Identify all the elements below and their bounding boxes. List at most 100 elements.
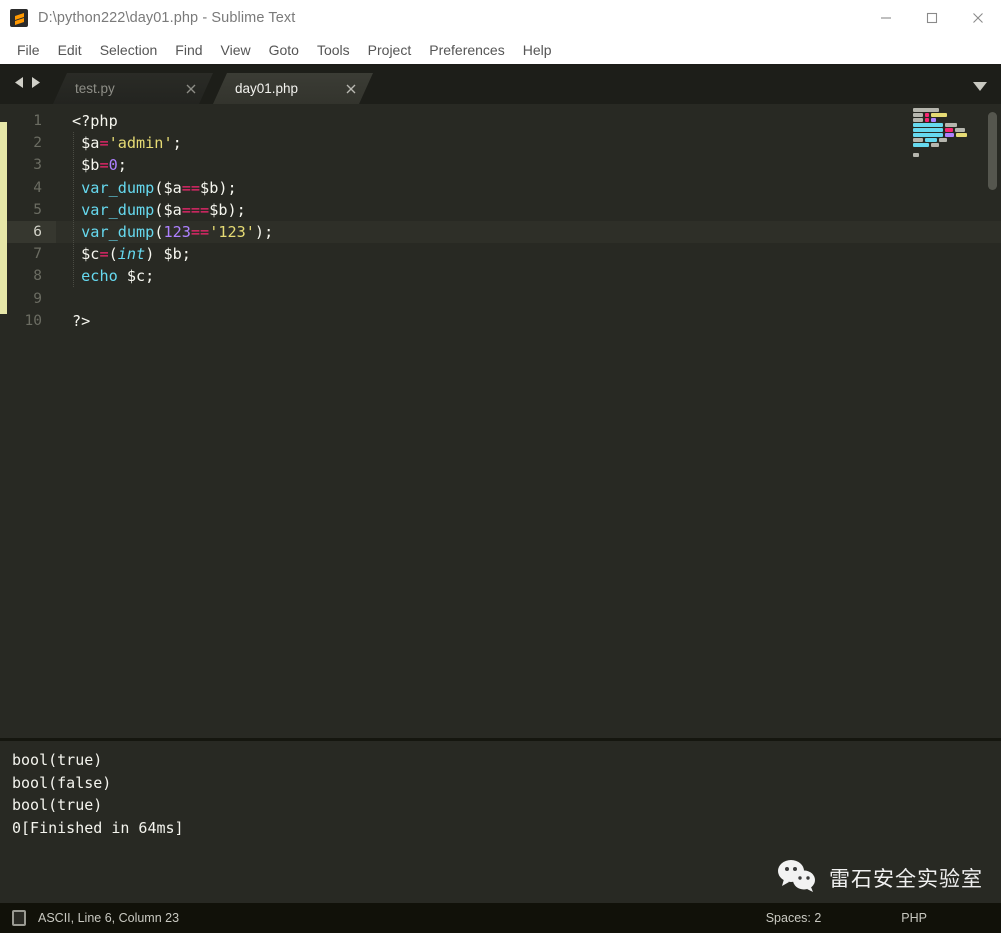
- code-token: ==: [191, 223, 209, 241]
- menu-item-edit[interactable]: Edit: [49, 40, 91, 60]
- triangle-right-icon[interactable]: [30, 76, 41, 94]
- code-token: 123: [163, 223, 190, 241]
- editor-area[interactable]: 1 2 3 4 5 6 7 8 9 10 <?php $a='admin'; $…: [0, 104, 1001, 738]
- menu-item-tools[interactable]: Tools: [308, 40, 359, 60]
- line-number: 8: [0, 265, 56, 287]
- code-token: =: [99, 134, 108, 152]
- minimap-row: [887, 148, 987, 152]
- minimap-block: [945, 133, 954, 137]
- code-line[interactable]: $a='admin';: [56, 132, 1001, 154]
- code-line[interactable]: var_dump($a==$b);: [56, 177, 1001, 199]
- code-token: ;: [118, 156, 127, 174]
- syntax-status[interactable]: PHP: [901, 911, 927, 925]
- cursor-position-status: ASCII, Line 6, Column 23: [38, 911, 179, 925]
- tab-test-py[interactable]: test.py: [53, 73, 213, 104]
- status-bar: ASCII, Line 6, Column 23 Spaces: 2 PHP: [0, 903, 1001, 933]
- code-token: $b);: [200, 179, 237, 197]
- menu-item-view[interactable]: View: [212, 40, 260, 60]
- menu-item-find[interactable]: Find: [166, 40, 211, 60]
- minimap-block: [913, 143, 929, 147]
- build-output-panel[interactable]: bool(true) bool(false) bool(true) 0[Fini…: [0, 738, 1001, 903]
- code-token: int: [118, 245, 145, 263]
- code-token: (: [109, 245, 118, 263]
- indent-guide: [73, 132, 75, 287]
- code-token: 0: [109, 156, 118, 174]
- code-token: ===: [182, 201, 209, 219]
- code-line[interactable]: [56, 288, 1001, 310]
- code-line[interactable]: <?php: [56, 110, 1001, 132]
- minimap-block: [913, 128, 943, 132]
- menu-item-selection[interactable]: Selection: [91, 40, 167, 60]
- minimap-block: [913, 153, 919, 157]
- code-token: '123': [209, 223, 255, 241]
- minimap-block: [945, 123, 957, 127]
- line-number: 4: [0, 177, 56, 199]
- menu-bar: File Edit Selection Find View Goto Tools…: [0, 36, 1001, 66]
- status-bar-right: Spaces: 2 PHP: [766, 911, 987, 925]
- minimap-row: [887, 153, 987, 157]
- minimap-row: [887, 128, 987, 132]
- watermark-text: 雷石安全实验室: [829, 863, 983, 893]
- code-token: );: [255, 223, 273, 241]
- code-token: echo: [81, 267, 118, 285]
- code-line-active[interactable]: var_dump(123=='123');: [56, 221, 1001, 243]
- minimap-block: [945, 128, 953, 132]
- menu-item-project[interactable]: Project: [359, 40, 421, 60]
- tab-label: test.py: [75, 81, 169, 96]
- output-line: bool(true): [12, 794, 1001, 817]
- code-line[interactable]: $b=0;: [56, 154, 1001, 176]
- menu-item-file[interactable]: File: [8, 40, 49, 60]
- panel-toggle-icon[interactable]: [12, 910, 26, 926]
- menu-item-help[interactable]: Help: [514, 40, 561, 60]
- tab-day01-php[interactable]: day01.php: [213, 73, 373, 104]
- minimap-row: [887, 108, 987, 112]
- minimap-block: [955, 128, 965, 132]
- unsaved-changes-marker: [0, 122, 7, 314]
- maximize-button[interactable]: [909, 0, 955, 36]
- code-line[interactable]: echo $c;: [56, 265, 1001, 287]
- code-token: var_dump: [81, 201, 154, 219]
- minimap-row: [887, 113, 987, 117]
- minimap-block: [956, 133, 967, 137]
- line-number: 10: [0, 310, 56, 332]
- code-token: =: [99, 245, 108, 263]
- output-line: 0[Finished in 64ms]: [12, 817, 1001, 840]
- minimap-block: [931, 118, 936, 122]
- code-content[interactable]: <?php $a='admin'; $b=0; var_dump($a==$b)…: [56, 104, 1001, 738]
- minimap-block: [925, 118, 929, 122]
- tab-navigation: [0, 76, 53, 104]
- line-number: 9: [0, 288, 56, 310]
- tab-list: test.py day01.php: [53, 66, 373, 104]
- code-token: =: [99, 156, 108, 174]
- code-line[interactable]: $c=(int) $b;: [56, 243, 1001, 265]
- minimize-button[interactable]: [863, 0, 909, 36]
- minimap-block: [931, 113, 947, 117]
- title-bar: D:\python222\day01.php - Sublime Text: [0, 0, 1001, 36]
- minimap[interactable]: [887, 108, 987, 228]
- code-token: $c;: [118, 267, 155, 285]
- minimap-block: [925, 138, 937, 142]
- code-token: ?>: [72, 312, 90, 330]
- triangle-left-icon[interactable]: [14, 76, 25, 94]
- tab-bar: test.py day01.php: [0, 66, 1001, 104]
- minimap-block: [913, 113, 923, 117]
- sublime-text-window: D:\python222\day01.php - Sublime Text Fi…: [0, 0, 1001, 933]
- output-line: bool(true): [12, 749, 1001, 772]
- chevron-down-icon[interactable]: [969, 77, 991, 95]
- line-number: 7: [0, 243, 56, 265]
- code-line[interactable]: var_dump($a===$b);: [56, 199, 1001, 221]
- code-line[interactable]: ?>: [56, 310, 1001, 332]
- minimap-row: [887, 118, 987, 122]
- wechat-icon: [777, 858, 817, 897]
- indentation-status[interactable]: Spaces: 2: [766, 911, 822, 925]
- close-icon[interactable]: [343, 81, 359, 97]
- line-number-active: 6: [0, 221, 56, 243]
- menu-item-goto[interactable]: Goto: [260, 40, 308, 60]
- close-button[interactable]: [955, 0, 1001, 36]
- code-token: $a: [72, 134, 99, 152]
- line-number-gutter: 1 2 3 4 5 6 7 8 9 10: [0, 104, 56, 738]
- close-icon[interactable]: [183, 81, 199, 97]
- code-token: $b);: [209, 201, 246, 219]
- vertical-scrollbar[interactable]: [988, 112, 997, 190]
- menu-item-preferences[interactable]: Preferences: [420, 40, 513, 60]
